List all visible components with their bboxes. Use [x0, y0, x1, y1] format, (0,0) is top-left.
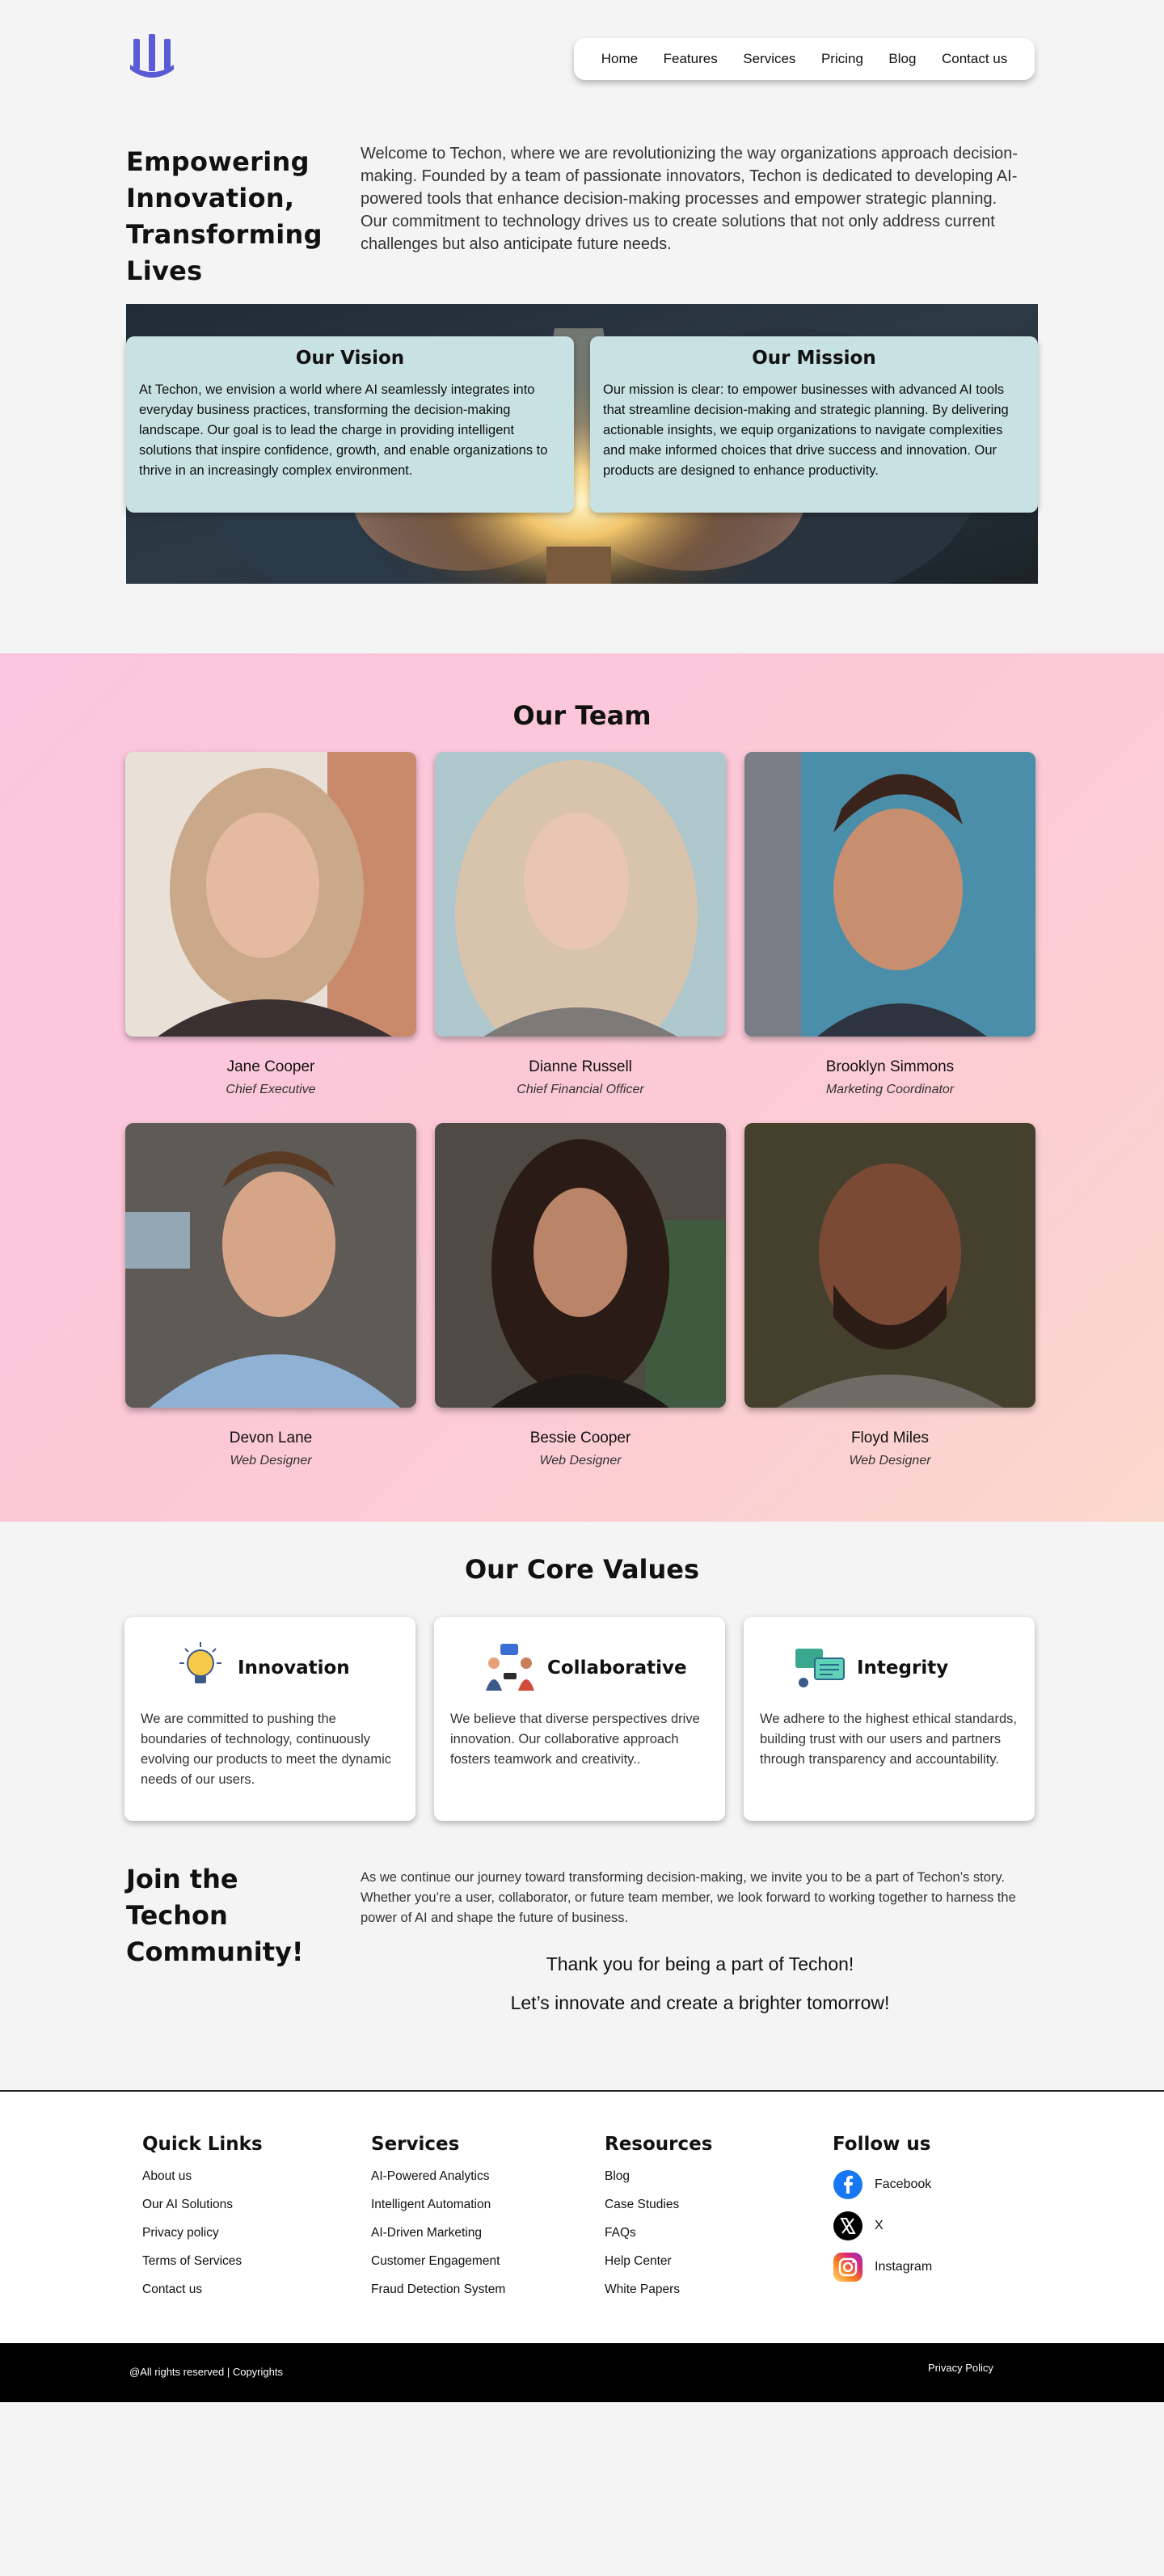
values-title: Our Core Values — [464, 1554, 700, 1585]
footer-link[interactable]: Intelligent Automation — [371, 2198, 505, 2212]
footer-link[interactable]: Help Center — [605, 2254, 712, 2269]
team-member-card: Jane Cooper Chief Executive — [125, 752, 416, 1097]
member-name: Bessie Cooper — [529, 1429, 631, 1446]
value-card: Collaborative We believe that diverse pe… — [434, 1617, 725, 1821]
member-photo — [435, 1123, 726, 1408]
value-text: We adhere to the highest ethical standar… — [760, 1712, 1017, 1767]
member-role: Web Designer — [230, 1454, 312, 1467]
footer-resources: Resources Blog Case Studies FAQs Help Ce… — [605, 2134, 712, 2311]
footer-link[interactable]: Our AI Solutions — [142, 2198, 263, 2212]
core-values-section: Our Core Values Innovation We are commit… — [0, 1522, 1164, 2090]
nav-features[interactable]: Features — [664, 51, 718, 67]
footer-follow: Follow us Facebook X Instagram — [833, 2134, 932, 2293]
footer-link[interactable]: Customer Engagement — [371, 2254, 505, 2269]
main-nav: Home Features Services Pricing Blog Cont… — [574, 38, 1035, 80]
team-member-card: Floyd Miles Web Designer — [744, 1123, 1035, 1468]
member-photo — [125, 752, 416, 1037]
team-member-card: Dianne Russell Chief Financial Officer — [435, 752, 726, 1097]
nav-contact[interactable]: Contact us — [942, 51, 1007, 67]
nav-blog[interactable]: Blog — [888, 51, 916, 67]
footer-link[interactable]: About us — [142, 2169, 263, 2184]
footer-heading: Resources — [605, 2134, 713, 2155]
footer-link[interactable]: Case Studies — [605, 2198, 712, 2212]
nav-pricing[interactable]: Pricing — [821, 51, 863, 67]
vision-text: At Techon, we envision a world where AI … — [139, 382, 548, 478]
footer-link[interactable]: FAQs — [605, 2226, 712, 2240]
member-photo — [744, 752, 1035, 1037]
social-x[interactable]: X — [833, 2211, 932, 2241]
footer-link[interactable]: Terms of Services — [142, 2254, 263, 2269]
join-text: As we continue our journey toward transf… — [361, 1870, 1016, 1925]
member-photo — [125, 1123, 416, 1408]
social-label: Instagram — [875, 2260, 933, 2274]
social-label: Facebook — [875, 2177, 932, 2191]
intro-section: Empowering Innovation, Transforming Live… — [0, 89, 1164, 584]
site-header: Home Features Services Pricing Blog Cont… — [0, 0, 1164, 89]
member-name: Brooklyn Simmons — [825, 1058, 955, 1075]
member-name: Floyd Miles — [850, 1429, 930, 1446]
value-card: Innovation We are committed to pushing t… — [124, 1617, 415, 1821]
bottom-bar: @All rights reserved | Copyrights Privac… — [0, 2343, 1164, 2402]
footer-quick-links: Quick Links About us Our AI Solutions Pr… — [142, 2134, 263, 2311]
value-title: Collaborative — [547, 1658, 687, 1679]
member-role: Marketing Coordinator — [825, 1083, 955, 1096]
lightbulb-icon — [179, 1642, 221, 1683]
vision-card: Our Vision At Techon, we envision a worl… — [126, 336, 574, 513]
mission-text: Our mission is clear: to empower busines… — [603, 382, 1009, 478]
vision-mission-section: Our Vision At Techon, we envision a worl… — [0, 304, 1164, 653]
footer-link[interactable]: Contact us — [142, 2283, 263, 2297]
intro-title: Empowering Innovation, Transforming Live… — [126, 146, 323, 286]
vision-title: Our Vision — [295, 348, 405, 369]
value-title: Integrity — [857, 1658, 949, 1679]
footer-heading: Follow us — [833, 2134, 931, 2155]
member-role: Web Designer — [849, 1454, 931, 1467]
collaboration-icon — [486, 1644, 534, 1691]
facebook-icon — [833, 2170, 862, 2199]
footer-link[interactable]: Privacy policy — [142, 2226, 263, 2240]
footer-link[interactable]: Fraud Detection System — [371, 2283, 505, 2297]
value-title: Innovation — [238, 1658, 350, 1679]
footer-link[interactable]: AI-Driven Marketing — [371, 2226, 505, 2240]
mission-card: Our Mission Our mission is clear: to emp… — [590, 336, 1038, 513]
footer-link[interactable]: AI-Powered Analytics — [371, 2169, 505, 2184]
value-text: We believe that diverse perspectives dri… — [450, 1712, 700, 1767]
team-title: Our Team — [512, 700, 652, 731]
social-label: X — [875, 2219, 884, 2232]
thanks-line-1: Thank you for being a part of Techon! — [546, 1953, 854, 1974]
social-facebook[interactable]: Facebook — [833, 2169, 932, 2200]
x-icon — [833, 2211, 862, 2240]
member-name: Dianne Russell — [529, 1058, 632, 1075]
site-footer: Quick Links About us Our AI Solutions Pr… — [0, 2090, 1164, 2343]
footer-heading: Services — [371, 2134, 460, 2155]
footer-link[interactable]: Blog — [605, 2169, 712, 2184]
value-card: Integrity We adhere to the highest ethic… — [744, 1617, 1035, 1821]
mission-title: Our Mission — [752, 348, 876, 369]
integrity-icon — [795, 1649, 845, 1687]
copyright-text: @All rights reserved | Copyrights — [129, 2366, 283, 2378]
techon-logo-icon[interactable] — [125, 32, 179, 84]
footer-heading: Quick Links — [142, 2134, 263, 2155]
team-member-card: Brooklyn Simmons Marketing Coordinator — [744, 752, 1035, 1097]
team-section: Our Team Jane Cooper Chief Executive Dia… — [0, 653, 1164, 1522]
privacy-policy-link[interactable]: Privacy Policy — [928, 2362, 993, 2374]
member-role: Chief Financial Officer — [517, 1083, 644, 1096]
footer-link[interactable]: White Papers — [605, 2283, 712, 2297]
member-role: Web Designer — [539, 1454, 622, 1467]
thanks-line-2: Let’s innovate and create a brighter tom… — [510, 1992, 890, 2013]
member-name: Devon Lane — [229, 1429, 313, 1446]
member-photo — [435, 752, 726, 1037]
member-name: Jane Cooper — [226, 1058, 315, 1075]
intro-text: Welcome to Techon, where we are revoluti… — [361, 145, 1018, 253]
nav-services[interactable]: Services — [743, 51, 795, 67]
team-member-card: Bessie Cooper Web Designer — [435, 1123, 726, 1468]
join-title: Join the Techon Community! — [126, 1864, 304, 1967]
social-instagram[interactable]: Instagram — [833, 2252, 932, 2283]
footer-services: Services AI-Powered Analytics Intelligen… — [371, 2134, 505, 2311]
instagram-icon — [833, 2253, 862, 2282]
member-photo — [744, 1123, 1035, 1408]
member-role: Chief Executive — [226, 1083, 316, 1096]
team-member-card: Devon Lane Web Designer — [125, 1123, 416, 1468]
nav-home[interactable]: Home — [601, 51, 638, 67]
value-text: We are committed to pushing the boundari… — [141, 1712, 391, 1787]
